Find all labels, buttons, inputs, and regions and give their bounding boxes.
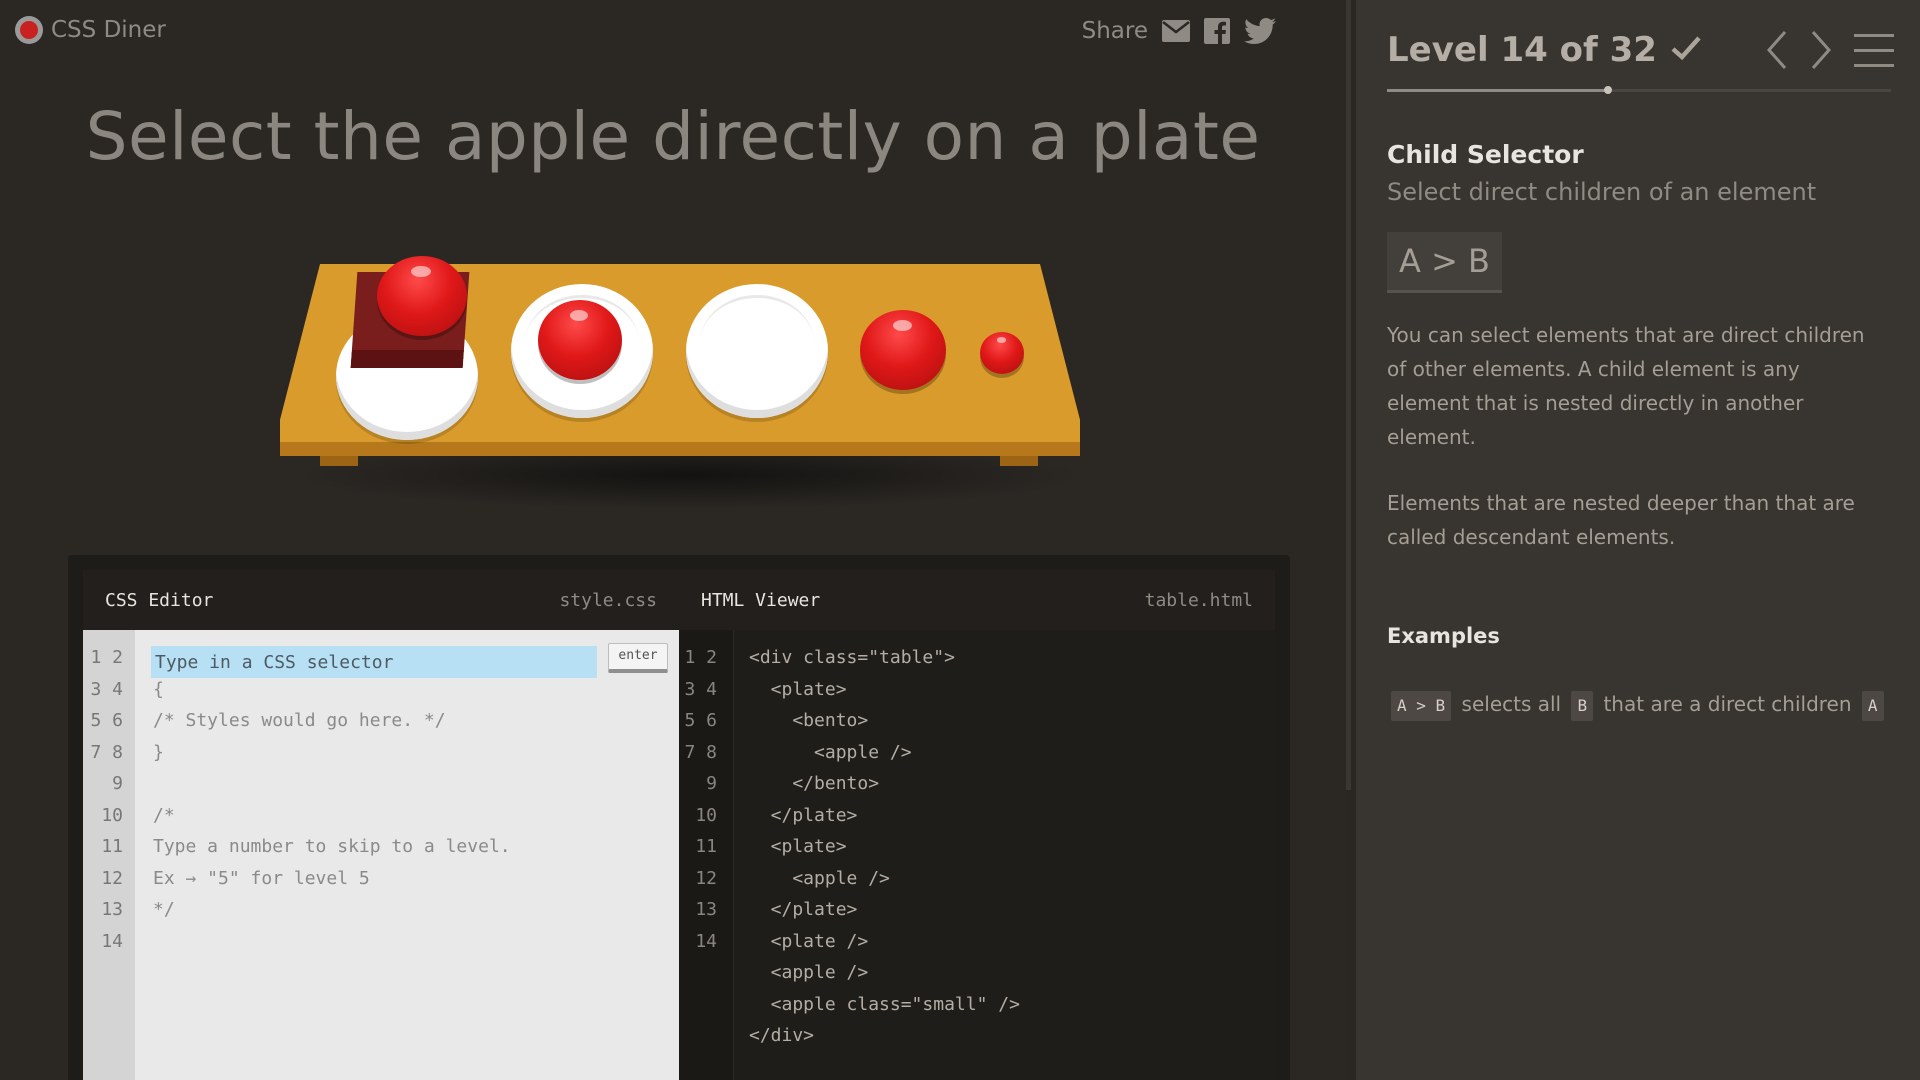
example-tag: A (1861, 691, 1884, 721)
level-title: Level 14 of 32 (1387, 30, 1657, 70)
facebook-icon[interactable] (1204, 18, 1230, 44)
help-paragraph-2: Elements that are nested deeper than tha… (1387, 491, 1855, 549)
apple-small[interactable] (980, 332, 1024, 374)
plate-3[interactable] (686, 284, 828, 418)
html-viewer: 1 2 3 4 5 6 7 8 9 10 11 12 13 14 <div cl… (679, 630, 1275, 1080)
table-leg-right (1000, 456, 1038, 466)
example-text: that are a direct children (1603, 692, 1852, 716)
level-sidebar: Level 14 of 32 Child Selector Select dir… (1356, 0, 1920, 1080)
html-viewer-title: HTML Viewer (701, 589, 821, 611)
css-editor-title: CSS Editor (105, 589, 214, 611)
html-code[interactable]: <div class="table"> <plate> <bento> <app… (749, 642, 1020, 1052)
example-tag: B (1571, 691, 1594, 721)
game-area: CSS Diner Share Select the apple directl… (0, 0, 1346, 1080)
selector-description: Select direct children of an element (1387, 178, 1817, 206)
table-edge (280, 442, 1080, 456)
enter-button[interactable]: enter (608, 643, 668, 673)
logo-icon (15, 16, 43, 44)
css-editor-filename: style.css (559, 589, 657, 611)
logo-text: CSS Diner (51, 17, 166, 43)
examples-title: Examples (1387, 624, 1500, 648)
level-instruction: Select the apple directly on a plate (85, 98, 1261, 175)
html-viewer-filename: table.html (1144, 589, 1253, 611)
css-line-numbers: 1 2 3 4 5 6 7 8 9 10 11 12 13 14 (90, 647, 123, 952)
apple-on-plate[interactable] (538, 300, 622, 380)
table-leg-left (320, 456, 358, 466)
level-progress-bar (1387, 86, 1891, 94)
share-label: Share (1081, 18, 1148, 44)
html-line-numbers: 1 2 3 4 5 6 7 8 9 10 11 12 13 14 (684, 647, 717, 952)
html-viewer-header: HTML Viewer table.html (679, 570, 1275, 630)
apple-in-bento[interactable] (377, 256, 467, 336)
css-code: { /* Styles would go here. */ } /* Type … (153, 678, 511, 921)
panel-divider[interactable] (1346, 0, 1351, 790)
email-icon[interactable] (1162, 20, 1190, 42)
previous-level-icon[interactable] (1766, 30, 1788, 74)
table-scene (270, 250, 1090, 510)
level-nav (1766, 30, 1894, 74)
selector-name: Child Selector (1387, 140, 1584, 169)
check-icon (1671, 35, 1701, 65)
menu-icon[interactable] (1854, 32, 1894, 72)
level-header: Level 14 of 32 (1387, 30, 1701, 70)
apple-loose[interactable] (860, 310, 946, 390)
help-paragraph-1: You can select elements that are direct … (1387, 323, 1865, 449)
logo[interactable]: CSS Diner (15, 16, 166, 44)
example-tag: A > B (1391, 691, 1452, 721)
selector-syntax: A > B (1387, 232, 1502, 293)
example-line: A > B selects all B that are a direct ch… (1387, 684, 1897, 724)
level-progress-knob (1603, 86, 1612, 94)
twitter-icon[interactable] (1244, 18, 1276, 44)
css-editor: 1 2 3 4 5 6 7 8 9 10 11 12 13 14 { /* St… (83, 630, 679, 1080)
level-progress-fill (1387, 89, 1608, 92)
example-text: selects all (1461, 692, 1562, 716)
css-editor-header: CSS Editor style.css (83, 570, 679, 630)
css-diner-app: CSS Diner Share Select the apple directl… (0, 0, 1920, 1080)
share-bar: Share (1082, 18, 1276, 44)
css-selector-input[interactable] (151, 646, 597, 678)
next-level-icon[interactable] (1810, 30, 1832, 74)
